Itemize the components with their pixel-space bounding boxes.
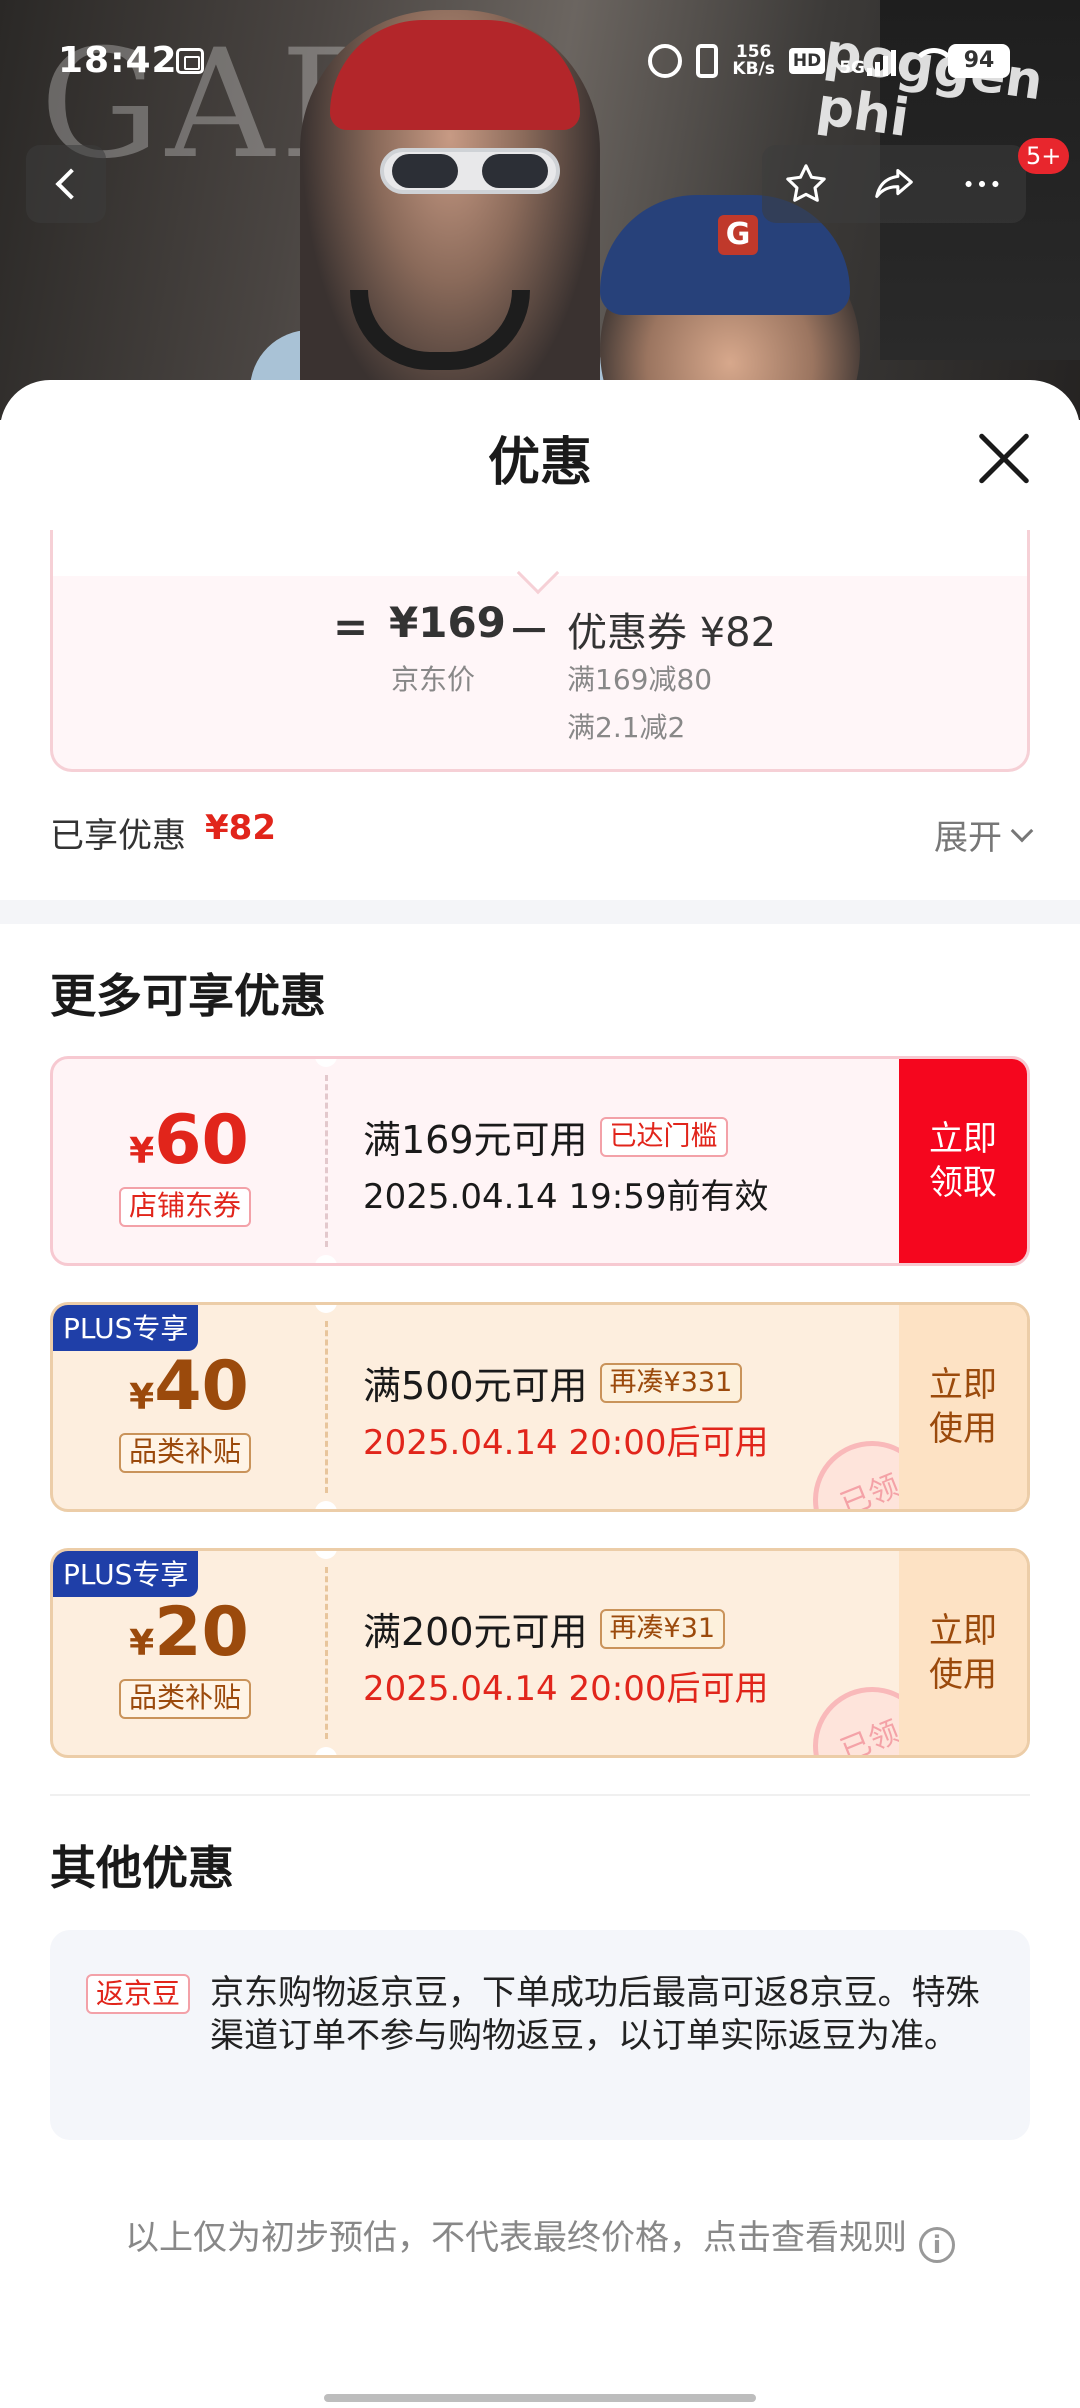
use-coupon-button[interactable]: 立即 使用 bbox=[899, 1305, 1027, 1509]
nav-action-group bbox=[762, 145, 1026, 223]
saved-label: 已享优惠 bbox=[50, 816, 186, 856]
coupon-type-tag: 品类补贴 bbox=[119, 1679, 252, 1719]
jd-bean-tag: 返京豆 bbox=[86, 1974, 191, 2014]
signal-bars-icon bbox=[867, 46, 896, 76]
saved-discount-row: 已享优惠 ¥82 展开 bbox=[50, 802, 1034, 862]
coupon-rule-1: 满169减80 bbox=[567, 663, 713, 696]
coupon-status-tag: 已达门槛 bbox=[599, 1116, 728, 1157]
coupon-yen: ¥ bbox=[129, 1623, 155, 1664]
status-bar: 18:42 156 KB/s HD 5G 94 bbox=[0, 0, 1080, 126]
alarm-icon bbox=[648, 44, 683, 78]
coupon-yen: ¥ bbox=[129, 1377, 155, 1418]
vibrate-icon bbox=[696, 44, 719, 78]
coupon-condition: 满169元可用 已达门槛 bbox=[363, 1109, 728, 1164]
signal-group: 5G bbox=[839, 46, 896, 78]
coupon-value: 20 bbox=[154, 1593, 249, 1672]
coupon-punch-top bbox=[315, 1305, 337, 1313]
coupon-validity: 2025.04.14 20:00后可用 bbox=[363, 1669, 769, 1709]
battery-icon: 94 bbox=[948, 44, 1010, 78]
status-icons: 156 KB/s HD 5G bbox=[648, 44, 948, 78]
plus-exclusive-badge: PLUS专享 bbox=[53, 1305, 199, 1351]
coupon-discount: 优惠券 ¥82 bbox=[567, 610, 777, 656]
coupon-perforation bbox=[325, 1075, 328, 1247]
cap-logo: G bbox=[718, 215, 758, 255]
coupon-remaining-tag: 再凑¥31 bbox=[599, 1608, 726, 1649]
screen-record-icon bbox=[176, 48, 204, 74]
other-discounts-title: 其他优惠 bbox=[50, 1841, 234, 1895]
coupon-punch-top bbox=[315, 1551, 337, 1559]
use-coupon-button[interactable]: 立即 使用 bbox=[899, 1551, 1027, 1755]
price-calc-card: = ¥169 京东价 － 优惠券 ¥82 满169减80 满2.1减2 bbox=[50, 530, 1030, 772]
more-icon[interactable] bbox=[952, 154, 1012, 214]
coupon-amount: ¥60 bbox=[53, 1101, 325, 1180]
expand-label: 展开 bbox=[934, 818, 1002, 858]
coupon-yen: ¥ bbox=[129, 1131, 155, 1172]
more-discounts-title: 更多可享优惠 bbox=[50, 969, 326, 1023]
net-speed: 156 KB/s bbox=[732, 44, 774, 78]
coupon-condition-text: 满500元可用 bbox=[363, 1364, 588, 1408]
coupon-perforation bbox=[325, 1321, 328, 1493]
wifi-icon bbox=[910, 46, 948, 76]
coupon-punch-bottom bbox=[315, 1255, 337, 1263]
sunglasses-lens-right bbox=[482, 154, 548, 188]
coupon-rule-2: 满2.1减2 bbox=[567, 711, 686, 744]
status-time: 18:42 bbox=[58, 40, 178, 81]
plus-exclusive-badge: PLUS专享 bbox=[53, 1551, 199, 1597]
hd-icon: HD bbox=[788, 48, 826, 74]
coupon-card: PLUS专享 ¥20 品类补贴 满200元可用 再凑¥31 2025.04.14… bbox=[50, 1548, 1030, 1758]
coupon-condition-text: 满200元可用 bbox=[363, 1610, 588, 1654]
jd-price-label: 京东价 bbox=[391, 663, 476, 696]
discount-sheet: 优惠 = ¥169 京东价 － 优惠券 ¥82 满169减80 满2.1减2 已… bbox=[0, 380, 1080, 2408]
coupon-remaining-tag: 再凑¥331 bbox=[599, 1362, 743, 1403]
coupon-value: 60 bbox=[154, 1101, 249, 1180]
coupon-amount: ¥20 bbox=[53, 1593, 325, 1672]
coupon-punch-bottom bbox=[315, 1501, 337, 1509]
section-divider bbox=[0, 900, 1080, 924]
more-notification-badge: 5+ bbox=[1018, 138, 1070, 174]
saved-value: ¥82 bbox=[205, 808, 276, 848]
calc-equals: = bbox=[333, 602, 369, 651]
sheet-title: 优惠 bbox=[487, 433, 592, 493]
coupon-punch-top bbox=[315, 1059, 337, 1067]
net-speed-unit: KB/s bbox=[732, 59, 775, 79]
coupon-validity: 2025.04.14 20:00后可用 bbox=[363, 1423, 769, 1463]
share-icon[interactable] bbox=[864, 154, 924, 214]
coupon-value: 40 bbox=[154, 1347, 249, 1426]
claim-coupon-button[interactable]: 立即 领取 bbox=[899, 1059, 1027, 1263]
expand-button[interactable]: 展开 bbox=[934, 810, 1034, 859]
coupon-type-tag: 品类补贴 bbox=[119, 1433, 252, 1473]
favorite-star-icon[interactable] bbox=[776, 154, 836, 214]
other-discount-card: 返京豆 京东购物返京豆，下单成功后最高可返8京豆。特殊渠道订单不参与购物返豆，以… bbox=[50, 1930, 1030, 2140]
coupon-condition: 满200元可用 再凑¥31 bbox=[363, 1601, 726, 1656]
coupon-card: ¥60 店铺东券 满169元可用 已达门槛 2025.04.14 19:59前有… bbox=[50, 1056, 1030, 1266]
close-icon[interactable] bbox=[976, 430, 1032, 486]
coupon-perforation bbox=[325, 1567, 328, 1739]
footer-note-text: 以上仅为初步预估，不代表最终价格，点击查看规则 bbox=[125, 2218, 907, 2258]
coupon-punch-bottom bbox=[315, 1747, 337, 1755]
coupon-type-tag: 店铺东券 bbox=[119, 1187, 252, 1227]
back-button[interactable] bbox=[26, 145, 106, 223]
coupon-condition-text: 满169元可用 bbox=[363, 1118, 588, 1162]
sunglasses-lens-left bbox=[392, 154, 458, 188]
coupon-validity: 2025.04.14 19:59前有效 bbox=[363, 1177, 769, 1217]
info-icon: i bbox=[919, 2227, 955, 2263]
home-indicator[interactable] bbox=[324, 2394, 756, 2402]
chevron-down-icon bbox=[1010, 819, 1034, 842]
jd-price: ¥169 bbox=[389, 598, 506, 647]
rules-link[interactable]: 以上仅为初步预估，不代表最终价格，点击查看规则 i bbox=[0, 2210, 1080, 2263]
network-type-label: 5G bbox=[839, 58, 865, 78]
jd-bean-description: 京东购物返京豆，下单成功后最高可返8京豆。特殊渠道订单不参与购物返豆，以订单实际… bbox=[210, 1973, 980, 2056]
divider-line bbox=[50, 1794, 1030, 1796]
calc-minus: － bbox=[508, 607, 551, 656]
coupon-card: PLUS专享 ¥40 品类补贴 满500元可用 再凑¥331 2025.04.1… bbox=[50, 1302, 1030, 1512]
coupon-amount: ¥40 bbox=[53, 1347, 325, 1426]
coupon-condition: 满500元可用 再凑¥331 bbox=[363, 1355, 743, 1410]
